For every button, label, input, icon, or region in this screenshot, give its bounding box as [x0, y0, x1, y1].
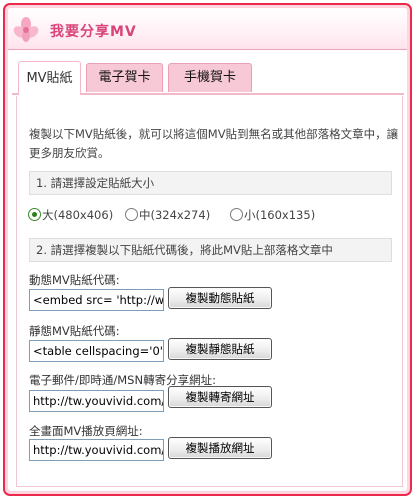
size-radio-group: 大(480x406) 中(324x274) 小(160x135) — [28, 205, 388, 225]
tab-bar: MV貼紙 電子賀卡 手機賀卡 — [12, 61, 404, 95]
tab-mv-sticker[interactable]: MV貼紙 — [18, 61, 81, 95]
dynamic-code-label: 動態MV貼紙代碼: — [29, 273, 120, 287]
step-1-heading: 1. 請選擇設定貼紙大小 — [29, 171, 392, 195]
flower-icon — [13, 17, 39, 42]
static-code-label: 靜態MV貼紙代碼: — [29, 324, 120, 338]
size-radio-medium[interactable]: 中(324x274) — [125, 205, 210, 225]
dynamic-code-field[interactable]: <embed src= 'http://www — [29, 289, 164, 311]
tab-mobile-card[interactable]: 手機賀卡 — [168, 63, 252, 92]
size-radio-large[interactable]: 大(480x406) — [28, 205, 113, 225]
radio-icon — [28, 208, 41, 221]
copy-static-button[interactable]: 複製靜態貼紙 — [168, 338, 272, 360]
radio-icon — [230, 208, 243, 221]
static-code-field[interactable]: <table cellspacing='0' ce — [29, 340, 164, 362]
tab-content: 複製以下MV貼紙後，就可以將這個MV貼到無名或其他部落格文章中，讓更多朋友欣賞。… — [16, 96, 403, 487]
copy-fullscreen-button[interactable]: 複製播放網址 — [168, 437, 272, 459]
share-mv-panel: 我要分享MV MV貼紙 電子賀卡 手機賀卡 複製以下MV貼紙後，就可以將這個MV… — [8, 8, 407, 491]
fullscreen-url-field[interactable]: http://tw.youvivid.com/w — [29, 439, 164, 461]
intro-text: 複製以下MV貼紙後，就可以將這個MV貼到無名或其他部落格文章中，讓更多朋友欣賞。 — [29, 127, 399, 160]
tab-e-card[interactable]: 電子賀卡 — [86, 63, 163, 92]
title-bar: 我要分享MV — [8, 8, 407, 50]
step-2-heading: 2. 請選擇複製以下貼紙代碼後，將此MV貼上部落格文章中 — [29, 238, 392, 262]
fullscreen-url-label: 全畫面MV播放頁網址: — [29, 424, 143, 438]
copy-dynamic-button[interactable]: 複製動態貼紙 — [168, 287, 272, 309]
size-radio-small[interactable]: 小(160x135) — [230, 205, 315, 225]
copy-forward-button[interactable]: 複製轉寄網址 — [168, 386, 272, 408]
page-title: 我要分享MV — [50, 24, 137, 40]
radio-icon — [125, 208, 138, 221]
forward-url-field[interactable]: http://tw.youvivid.com/w — [29, 390, 164, 412]
